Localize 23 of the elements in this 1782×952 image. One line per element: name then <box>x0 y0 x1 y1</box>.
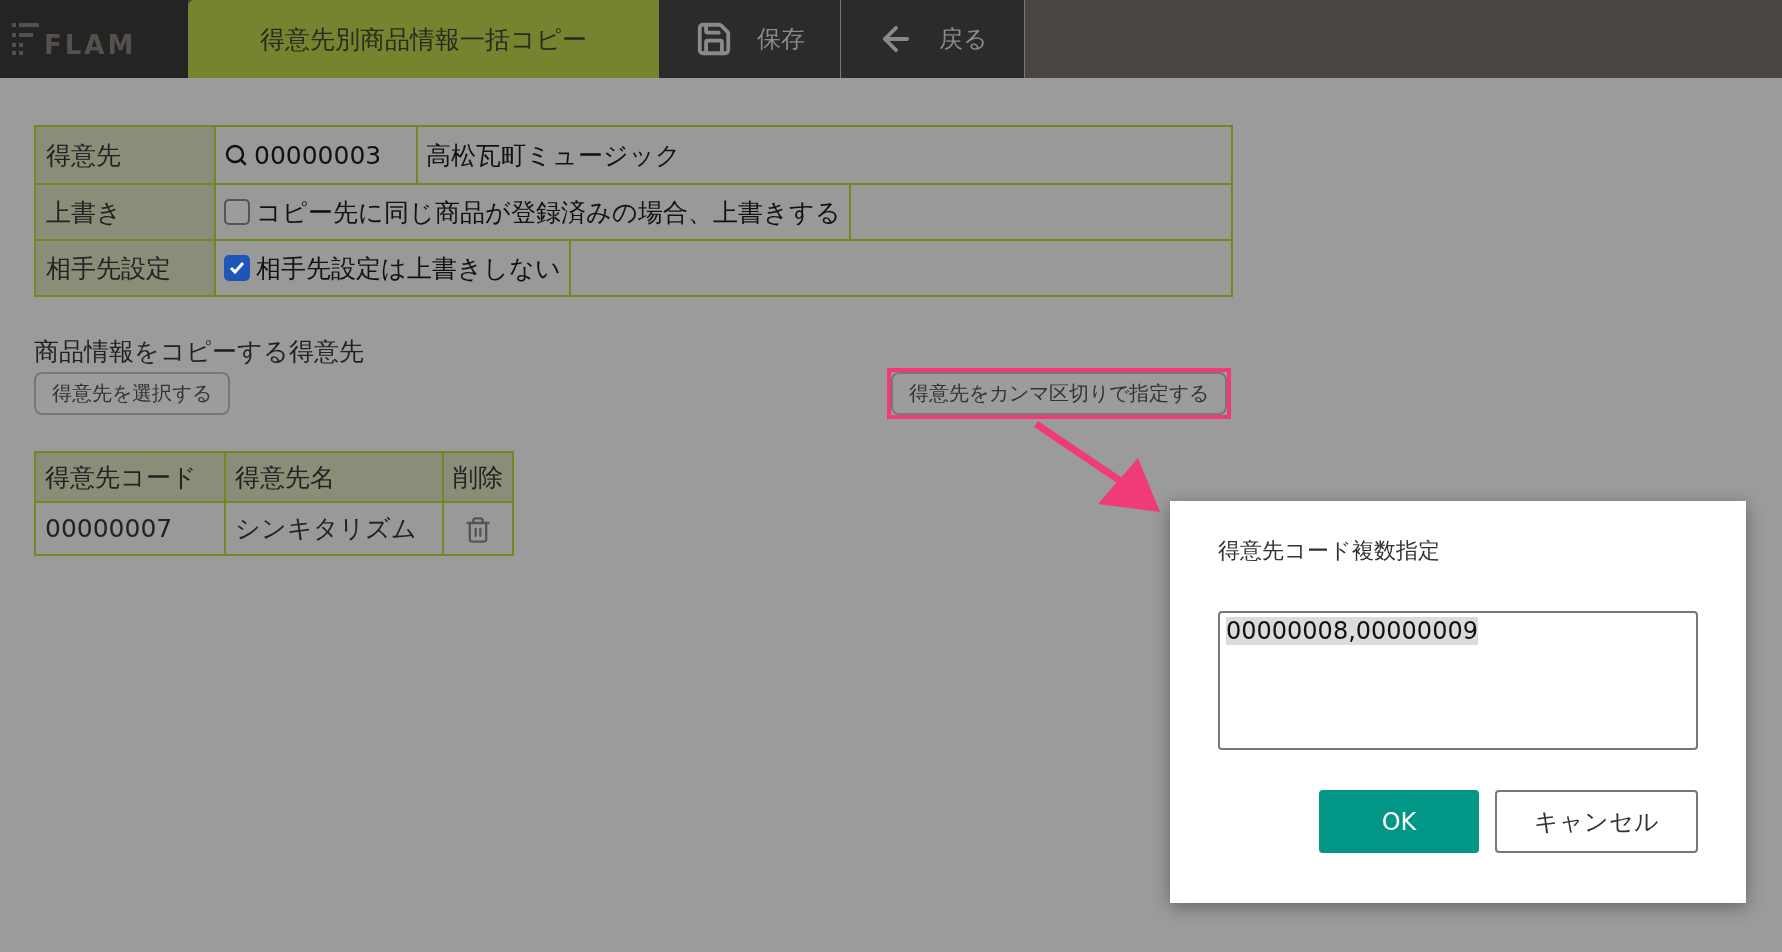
field-label: 相手先設定 <box>36 241 216 295</box>
column-header: 削除 <box>443 452 513 502</box>
search-icon <box>224 143 248 167</box>
codes-text-area[interactable]: 00000008,00000009 <box>1218 611 1698 750</box>
column-header: 得意先名 <box>225 452 443 502</box>
field-label: 得意先 <box>36 127 216 183</box>
select-customer-button[interactable]: 得意先を選択する <box>34 372 230 415</box>
save-button[interactable]: 保存 <box>659 0 841 78</box>
dialog-title: 得意先コード複数指定 <box>1218 537 1441 565</box>
logo-mark-icon <box>12 21 40 57</box>
back-button[interactable]: 戻る <box>841 0 1025 78</box>
check-icon <box>228 259 246 277</box>
field-label: 上書き <box>36 185 216 239</box>
table-cell: シンキタリズム <box>225 502 443 555</box>
checkbox[interactable] <box>224 255 250 281</box>
ok-button[interactable]: OK <box>1319 790 1479 853</box>
checkbox[interactable] <box>224 199 250 225</box>
column-header: 得意先コード <box>35 452 225 502</box>
cancel-button[interactable]: キャンセル <box>1495 790 1698 853</box>
section-heading: 商品情報をコピーする得意先 <box>34 336 365 368</box>
table-cell: 00000007 <box>35 502 225 555</box>
page-title: 得意先別商品情報一括コピー <box>188 0 659 78</box>
delete-icon[interactable] <box>464 515 492 544</box>
